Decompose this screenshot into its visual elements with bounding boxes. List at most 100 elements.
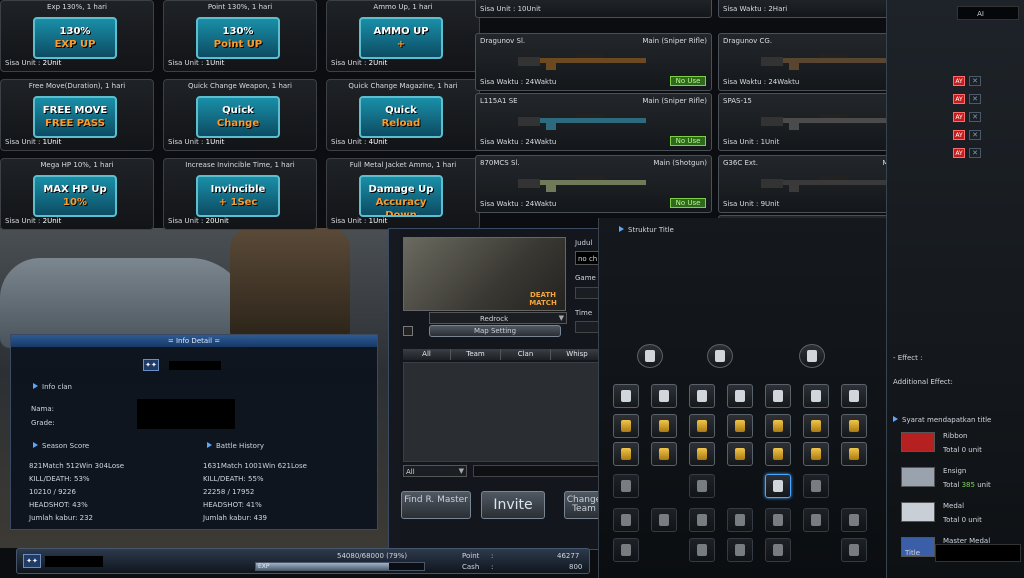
season-line-0: 821Match 512Win 304Lose — [29, 462, 125, 470]
use-button[interactable]: No Use — [670, 198, 706, 208]
item-card[interactable]: Increase Invincible Time, 1 hari Invinci… — [163, 158, 317, 230]
item-unit-label: Sisa Unit : — [5, 138, 41, 146]
title-emblem-icon[interactable] — [765, 508, 791, 532]
tab-team[interactable]: Team — [451, 349, 501, 360]
title-emblem-icon[interactable] — [689, 414, 715, 438]
red-action-button[interactable]: AY — [953, 130, 965, 140]
title-emblem-icon[interactable] — [765, 384, 791, 408]
title-emblem-icon[interactable] — [727, 538, 753, 562]
title-emblem-icon[interactable] — [727, 442, 753, 466]
title-emblem-icon[interactable] — [841, 508, 867, 532]
close-icon[interactable]: ✕ — [969, 112, 981, 122]
title-emblem-icon[interactable] — [689, 474, 715, 498]
map-setting-button[interactable]: Map Setting — [429, 325, 561, 337]
item-card[interactable]: Full Metal Jacket Ammo, 1 hari Damage Up… — [326, 158, 480, 230]
item-icon: Quick Reload — [359, 96, 443, 138]
title-emblem-icon[interactable] — [613, 508, 639, 532]
title-emblem-icon[interactable] — [727, 508, 753, 532]
title-emblem-icon[interactable] — [613, 384, 639, 408]
red-action-button[interactable]: AY — [953, 76, 965, 86]
weapon-type: Main (Shotgun) — [653, 159, 707, 167]
tab-clan[interactable]: Clan — [501, 349, 551, 360]
battle-line-3: HEADSHOT: 41% — [203, 501, 262, 509]
title-emblem-icon[interactable] — [689, 384, 715, 408]
item-card[interactable]: Quick Change Weapon, 1 hari Quick Change … — [163, 79, 317, 151]
item-card[interactable]: Mega HP 10%, 1 hari MAX HP Up 10% Sisa Un… — [0, 158, 154, 230]
redacted-player-name — [45, 556, 103, 567]
season-score-text: Season Score — [42, 442, 90, 450]
item-unit: Sisa Unit : 2Unit — [5, 217, 61, 225]
title-emblem-icon[interactable] — [613, 538, 639, 562]
invite-button[interactable]: Invite — [481, 491, 545, 519]
close-icon[interactable]: ✕ — [969, 148, 981, 158]
close-icon[interactable]: ✕ — [969, 76, 981, 86]
close-icon[interactable]: ✕ — [969, 94, 981, 104]
weapon-card[interactable]: Dragunov Sl. Main (Sniper Rifle) Sisa Wa… — [475, 33, 712, 91]
item-card[interactable]: Exp 130%, 1 hari 130% EXP UP Sisa Unit : … — [0, 0, 154, 72]
title-emblem-icon[interactable] — [841, 538, 867, 562]
item-unit: Sisa Unit : 1Unit — [331, 217, 387, 225]
tab-all[interactable]: All — [403, 349, 451, 360]
title-category-icon[interactable] — [799, 344, 825, 368]
title-emblem-icon[interactable] — [841, 414, 867, 438]
find-room-master-button[interactable]: Find R. Master — [401, 491, 471, 519]
title-emblem-icon[interactable] — [765, 442, 791, 466]
red-action-button[interactable]: AY — [953, 148, 965, 158]
clan-mark-icon: ✦✦ — [143, 359, 159, 371]
title-emblem-icon[interactable] — [613, 474, 639, 498]
map-select[interactable]: Redrock ▼ — [429, 312, 567, 324]
title-emblem-icon[interactable] — [841, 384, 867, 408]
title-emblem-icon[interactable] — [613, 414, 639, 438]
red-action-button[interactable]: AY — [953, 112, 965, 122]
use-button[interactable]: No Use — [670, 136, 706, 146]
title-emblem-icon[interactable] — [651, 508, 677, 532]
weapon-card[interactable]: L115A1 SE Main (Sniper Rifle) Sisa Waktu… — [475, 93, 712, 151]
close-icon[interactable]: ✕ — [969, 130, 981, 140]
title-emblem-icon[interactable] — [803, 508, 829, 532]
weapon-name: Dragunov CG. — [723, 37, 773, 45]
item-card[interactable]: Point 130%, 1 hari 130% Point UP Sisa Uni… — [163, 0, 317, 72]
redacted-nickname — [169, 361, 221, 370]
title-emblem-icon[interactable] — [765, 414, 791, 438]
chat-filter-select[interactable]: All ▼ — [403, 465, 467, 477]
title-emblem-icon[interactable] — [803, 442, 829, 466]
title-emblem-icon[interactable] — [651, 384, 677, 408]
red-action-button[interactable]: AY — [953, 94, 965, 104]
weapon-status: Sisa Unit : 1Unit — [723, 138, 780, 146]
emblem-shape — [849, 544, 859, 556]
title-emblem-icon[interactable] — [689, 442, 715, 466]
item-unit-value: 20Unit — [205, 217, 229, 225]
title-emblem-icon[interactable] — [689, 538, 715, 562]
item-card[interactable]: Free Move(Duration), 1 hari FREE MOVE FRE… — [0, 79, 154, 151]
use-button[interactable]: No Use — [670, 76, 706, 86]
title-category-icon[interactable] — [637, 344, 663, 368]
weapon-name: L115A1 SE — [480, 97, 518, 105]
emblem-shape — [773, 448, 783, 460]
emblem-shape — [773, 480, 783, 492]
title-emblem-icon[interactable] — [727, 414, 753, 438]
map-checkbox[interactable] — [403, 326, 413, 336]
title-emblem-icon[interactable] — [803, 474, 829, 498]
title-emblem-icon[interactable] — [651, 442, 677, 466]
title-emblem-icon[interactable] — [651, 414, 677, 438]
item-unit-label: Sisa Unit : — [168, 59, 204, 67]
item-unit-value: 2Unit — [42, 59, 62, 67]
chat-input[interactable] — [473, 465, 604, 477]
title-emblem-icon[interactable] — [765, 538, 791, 562]
title-emblem-icon[interactable] — [689, 508, 715, 532]
title-emblem-icon[interactable] — [765, 474, 791, 498]
tab-whisp[interactable]: Whisp — [551, 349, 604, 360]
item-unit-value: 1Unit — [205, 59, 225, 67]
title-emblem-icon[interactable] — [803, 414, 829, 438]
item-card[interactable]: Quick Change Magazine, 1 hari Quick Reloa… — [326, 79, 480, 151]
title-emblem-icon[interactable] — [613, 442, 639, 466]
item-card[interactable]: Ammo Up, 1 hari AMMO UP + Sisa Unit : 2Un… — [326, 0, 480, 72]
title-category-icon[interactable] — [707, 344, 733, 368]
title-emblem-icon[interactable] — [803, 384, 829, 408]
title-emblem-icon[interactable] — [727, 384, 753, 408]
item-icon: Damage Up Accuracy Down — [359, 175, 443, 217]
emblem-shape — [849, 514, 859, 526]
weapon-card[interactable]: Sisa Unit : 10Unit — [475, 0, 712, 18]
weapon-card[interactable]: 870MCS Sl. Main (Shotgun) Sisa Waktu : 2… — [475, 155, 712, 213]
title-emblem-icon[interactable] — [841, 442, 867, 466]
